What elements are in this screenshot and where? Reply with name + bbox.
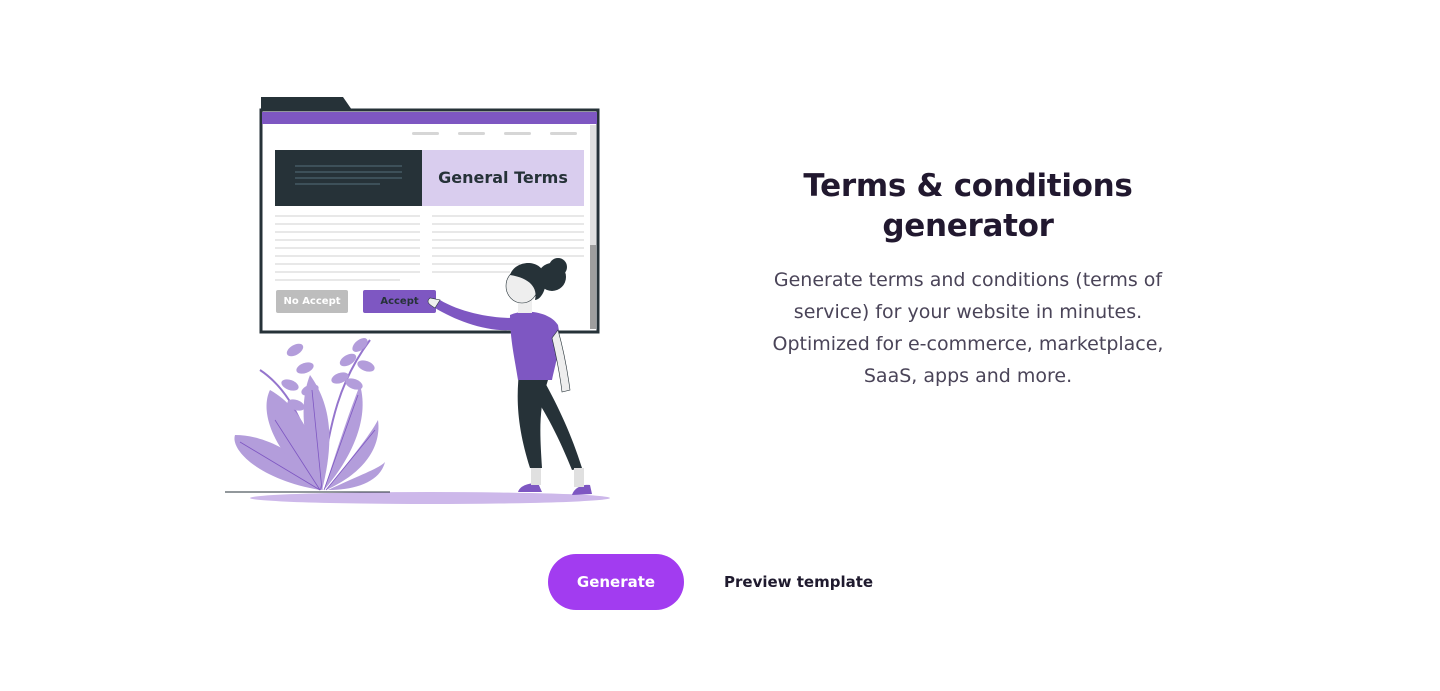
hero-actions: Generate Preview template [548, 554, 873, 610]
page-title: Terms & conditions generator [760, 166, 1176, 246]
plant-icon [234, 338, 385, 491]
hero-illustration: General Terms No Accept Accept [220, 90, 620, 510]
hero-text: Terms & conditions generator Generate te… [760, 166, 1176, 392]
preview-template-button[interactable]: Preview template [724, 573, 873, 591]
hero-description: Generate terms and conditions (terms of … [772, 269, 1164, 387]
illustration-no-accept-label: No Accept [283, 296, 341, 307]
generate-button[interactable]: Generate [548, 554, 684, 610]
illustration-accept-label: Accept [380, 296, 419, 307]
page-title-line-2: generator [882, 208, 1054, 244]
ground-shadow [250, 492, 610, 504]
illustration-heading: General Terms [438, 168, 568, 187]
page-title-line-1: Terms & conditions [803, 168, 1133, 204]
